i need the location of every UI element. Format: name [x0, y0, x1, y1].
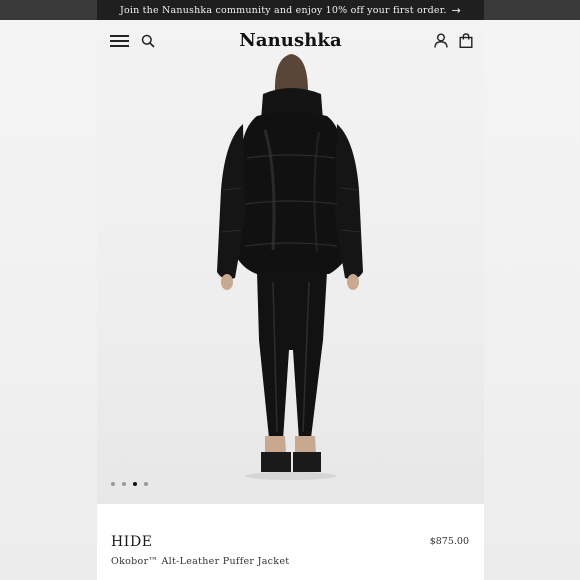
carousel-dot[interactable] [122, 482, 126, 486]
arrow-right-icon: → [451, 3, 462, 17]
carousel-indicators [111, 482, 148, 486]
product-info[interactable]: HIDE Okobor™ Alt-Leather Puffer Jacket $… [97, 504, 484, 580]
carousel-dot-active[interactable] [133, 482, 137, 486]
left-background [0, 0, 97, 580]
promo-text: Join the Nanushka community and enjoy 10… [119, 4, 447, 16]
product-brand: HIDE [111, 534, 153, 550]
account-icon[interactable] [434, 33, 448, 48]
mobile-page: Join the Nanushka community and enjoy 10… [97, 0, 484, 580]
product-name[interactable]: Okobor™ Alt-Leather Puffer Jacket [111, 556, 289, 567]
site-header: Nanushka [97, 20, 484, 62]
carousel-dot[interactable] [144, 482, 148, 486]
carousel-dot[interactable] [111, 482, 115, 486]
product-image [217, 54, 363, 480]
right-background [484, 0, 580, 580]
brand-logo[interactable]: Nanushka [97, 30, 484, 51]
promo-banner[interactable]: Join the Nanushka community and enjoy 10… [97, 0, 484, 20]
product-price: $875.00 [429, 536, 469, 547]
shopping-bag-icon[interactable] [459, 33, 473, 48]
product-image-gallery[interactable] [97, 20, 484, 504]
